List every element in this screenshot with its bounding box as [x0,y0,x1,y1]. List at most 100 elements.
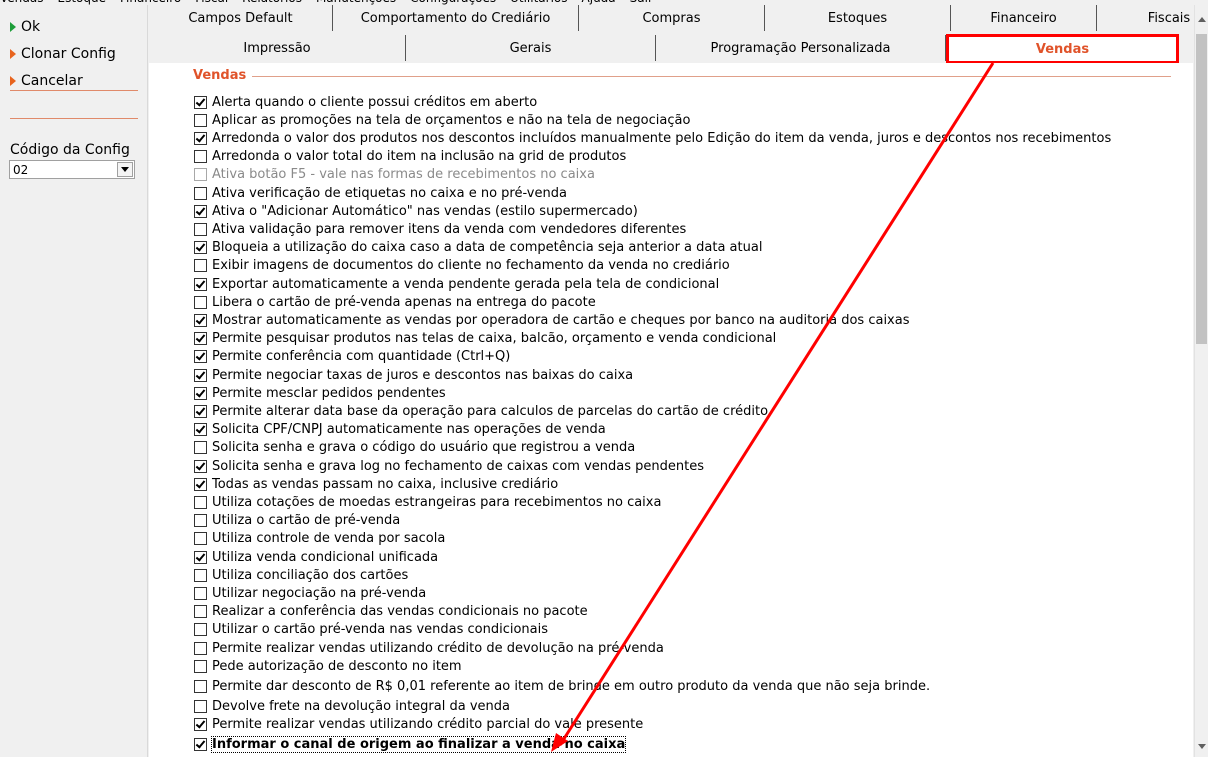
option-checkbox[interactable]: Solicita CPF/CNPJ automaticamente nas op… [194,421,606,439]
option-checkbox[interactable]: Solicita senha e grava log no fechamento… [194,457,704,475]
option-checkbox[interactable]: Utilizar o cartão pré-venda nas vendas c… [194,621,548,639]
checkbox-unchecked-icon[interactable] [194,659,207,673]
tab-fiscais[interactable]: Fiscais [1097,5,1208,31]
option-checkbox[interactable]: Exportar automaticamente a venda pendent… [194,275,719,293]
checkbox-unchecked-icon[interactable] [194,700,207,714]
tab-programa-o-personalizada[interactable]: Programação Personalizada [656,35,946,61]
checkbox-unchecked-icon[interactable] [194,113,207,127]
option-checkbox[interactable]: Ativa o "Adicionar Automático" nas venda… [194,202,638,220]
option-checkbox[interactable]: Ativa botão F5 - vale nas formas de rece… [194,166,595,184]
checkbox-unchecked-icon[interactable] [194,168,207,182]
option-checkbox[interactable]: Realizar a conferência das vendas condic… [194,603,588,621]
option-checkbox[interactable]: Devolve frete na devolução integral da v… [194,698,510,716]
option-checkbox[interactable]: Utiliza venda condicional unificada [194,548,438,566]
option-checkbox[interactable]: Todas as vendas passam no caixa, inclusi… [194,475,558,493]
scroll-up-icon[interactable] [1198,17,1206,22]
checkbox-checked-icon[interactable] [194,131,207,145]
tab-gerais[interactable]: Gerais [406,35,656,61]
divider [10,118,138,119]
vertical-scrollbar[interactable] [1194,5,1208,757]
tab-vendas[interactable]: Vendas [946,34,1179,64]
option-checkbox[interactable]: Aplicar as promoções na tela de orçament… [194,111,690,129]
option-checkbox[interactable]: Permite realizar vendas utilizando crédi… [194,716,643,734]
checkbox-unchecked-icon[interactable] [194,186,207,200]
option-checkbox[interactable]: Utiliza cotações de moedas estrangeiras … [194,493,661,511]
tab-estoques[interactable]: Estoques [765,5,951,31]
option-checkbox[interactable]: Permite pesquisar produtos nas telas de … [194,330,776,348]
checkbox-checked-icon[interactable] [194,350,207,364]
option-checkbox[interactable]: Permite realizar vendas utilizando crédi… [194,639,664,657]
tab-impress-o[interactable]: Impressão [149,35,406,61]
checkbox-unchecked-icon[interactable] [194,568,207,582]
clone-config-button[interactable]: Clonar Config [10,43,116,65]
option-checkbox[interactable]: Mostrar automaticamente as vendas por op… [194,311,910,329]
option-checkbox[interactable]: Utilizar negociação na pré-venda [194,584,426,602]
tab-financeiro[interactable]: Financeiro [951,5,1097,31]
checkbox-checked-icon[interactable] [194,423,207,437]
option-label: Solicita senha e grava o código do usuár… [212,440,636,456]
chevron-down-icon [121,167,129,172]
option-checkbox[interactable]: Pede autorização de desconto no item [194,657,462,675]
checkbox-checked-icon[interactable] [194,95,207,109]
checkbox-checked-icon[interactable] [194,737,207,751]
play-icon [10,76,16,86]
option-checkbox[interactable]: Permite negociar taxas de juros e descon… [194,366,633,384]
option-checkbox[interactable]: Utiliza o cartão de pré-venda [194,512,400,530]
checkbox-checked-icon[interactable] [194,204,207,218]
checkbox-checked-icon[interactable] [194,313,207,327]
checkbox-unchecked-icon[interactable] [194,641,207,655]
option-checkbox[interactable]: Alerta quando o cliente possui créditos … [194,93,537,111]
checkbox-checked-icon[interactable] [194,550,207,564]
option-checkbox[interactable]: Permite conferência com quantidade (Ctrl… [194,348,510,366]
checkbox-unchecked-icon[interactable] [194,295,207,309]
config-code-select[interactable]: 02 [9,160,135,179]
checkbox-unchecked-icon[interactable] [194,495,207,509]
checkbox-checked-icon[interactable] [194,332,207,346]
checkbox-unchecked-icon[interactable] [194,623,207,637]
checkbox-unchecked-icon[interactable] [194,150,207,164]
checkbox-checked-icon[interactable] [194,277,207,291]
tab-compras[interactable]: Compras [579,5,765,31]
checkbox-checked-icon[interactable] [194,368,207,382]
checkbox-unchecked-icon[interactable] [194,586,207,600]
checkbox-unchecked-icon[interactable] [194,259,207,273]
option-checkbox[interactable]: Bloqueia a utilização do caixa caso a da… [194,239,762,257]
option-checkbox[interactable]: Arredonda o valor total do item na inclu… [194,148,626,166]
play-icon [10,49,16,59]
checkbox-unchecked-icon[interactable] [194,679,207,693]
option-label: Alerta quando o cliente possui créditos … [212,94,538,110]
checkbox-checked-icon[interactable] [194,477,207,491]
scroll-down-icon[interactable] [1198,744,1206,749]
checkbox-checked-icon[interactable] [194,386,207,400]
option-checkbox[interactable]: Ativa verificação de etiquetas no caixa … [194,184,567,202]
divider [10,90,138,91]
option-checkbox[interactable]: Permite alterar data base da operação pa… [194,402,768,420]
option-label: Utiliza cotações de moedas estrangeiras … [212,494,662,510]
dropdown-button[interactable] [117,162,133,177]
tab-campos-default[interactable]: Campos Default [149,5,333,31]
option-checkbox[interactable]: Exibir imagens de documentos do cliente … [194,257,730,275]
cancel-button[interactable]: Cancelar [10,70,83,92]
checkbox-checked-icon[interactable] [194,404,207,418]
tab-row-bottom: Impressão Gerais Programação Personalizada… [149,34,1193,64]
option-checkbox[interactable]: Ativa validação para remover itens da ve… [194,220,686,238]
option-checkbox[interactable]: Permite dar desconto de R$ 0,01 referent… [194,677,930,695]
checkbox-unchecked-icon[interactable] [194,605,207,619]
checkbox-checked-icon[interactable] [194,241,207,255]
option-checkbox[interactable]: Libera o cartão de pré-venda apenas na e… [194,293,596,311]
checkbox-checked-icon[interactable] [194,459,207,473]
option-checkbox[interactable]: Permite mesclar pedidos pendentes [194,384,446,402]
checkbox-unchecked-icon[interactable] [194,532,207,546]
option-checkbox[interactable]: Arredonda o valor dos produtos nos desco… [194,129,1111,147]
option-checkbox[interactable]: Utiliza conciliação dos cartões [194,566,408,584]
option-checkbox[interactable]: Utiliza controle de venda por sacola [194,530,445,548]
option-checkbox[interactable]: Informar o canal de origem ao finalizar … [194,735,627,753]
checkbox-unchecked-icon[interactable] [194,441,207,455]
option-checkbox[interactable]: Solicita senha e grava o código do usuár… [194,439,635,457]
tab-comportamento-do-credi-rio[interactable]: Comportamento do Crediário [333,5,579,31]
scroll-thumb[interactable] [1196,34,1207,344]
checkbox-checked-icon[interactable] [194,718,207,732]
checkbox-unchecked-icon[interactable] [194,514,207,528]
ok-button[interactable]: Ok [10,16,40,38]
checkbox-unchecked-icon[interactable] [194,222,207,236]
